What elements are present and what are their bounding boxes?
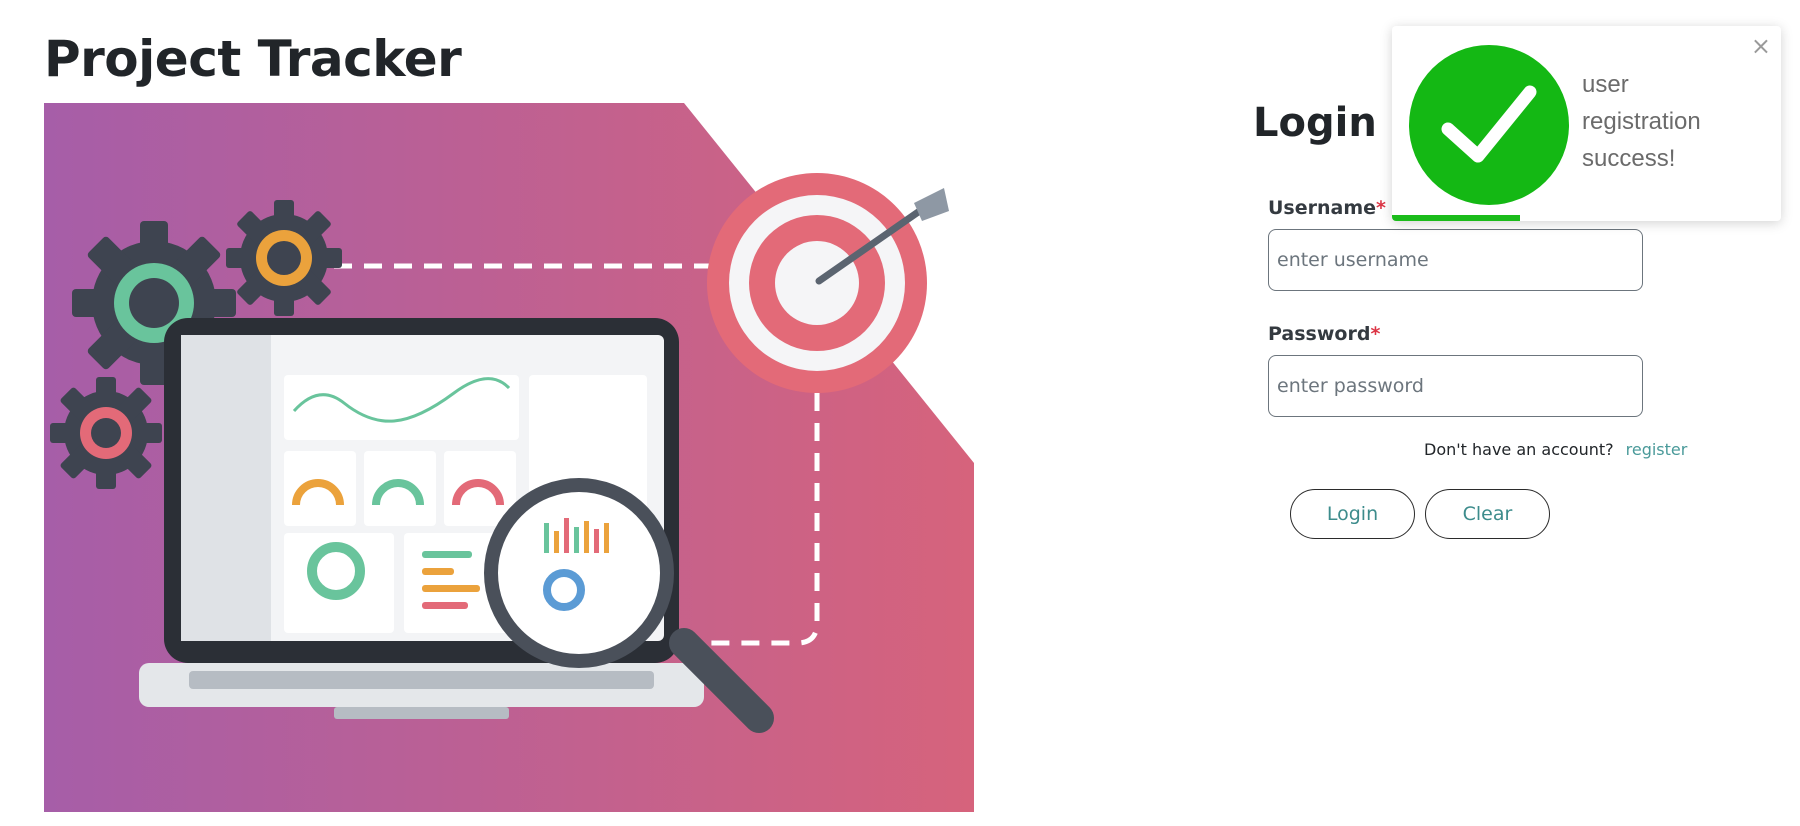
- target-icon: [707, 173, 949, 393]
- password-label-text: Password: [1268, 323, 1371, 345]
- success-toast: user registration success! ×: [1392, 26, 1781, 221]
- required-mark: *: [1370, 323, 1381, 345]
- toast-progress-bar: [1392, 215, 1521, 221]
- register-prompt: Don't have an account? register: [1424, 440, 1687, 459]
- no-account-text: Don't have an account?: [1424, 440, 1614, 459]
- close-icon[interactable]: ×: [1751, 34, 1771, 58]
- password-input[interactable]: [1268, 355, 1643, 417]
- app-title: Project Tracker: [44, 30, 462, 88]
- login-button[interactable]: Login: [1290, 489, 1415, 539]
- toast-message: user registration success!: [1582, 71, 1701, 172]
- username-input[interactable]: [1268, 229, 1643, 291]
- password-label: Password*: [1268, 323, 1380, 345]
- login-page: Project Tracker Login Username* enter us…: [0, 0, 1800, 826]
- username-label: Username*: [1268, 197, 1386, 219]
- check-circle-icon: [1408, 44, 1570, 206]
- register-link[interactable]: register: [1626, 440, 1688, 459]
- login-heading: Login: [1253, 100, 1377, 146]
- required-mark: *: [1376, 197, 1386, 219]
- username-label-text: Username: [1268, 197, 1377, 219]
- clear-button[interactable]: Clear: [1425, 489, 1550, 539]
- hero-illustration: [44, 103, 974, 812]
